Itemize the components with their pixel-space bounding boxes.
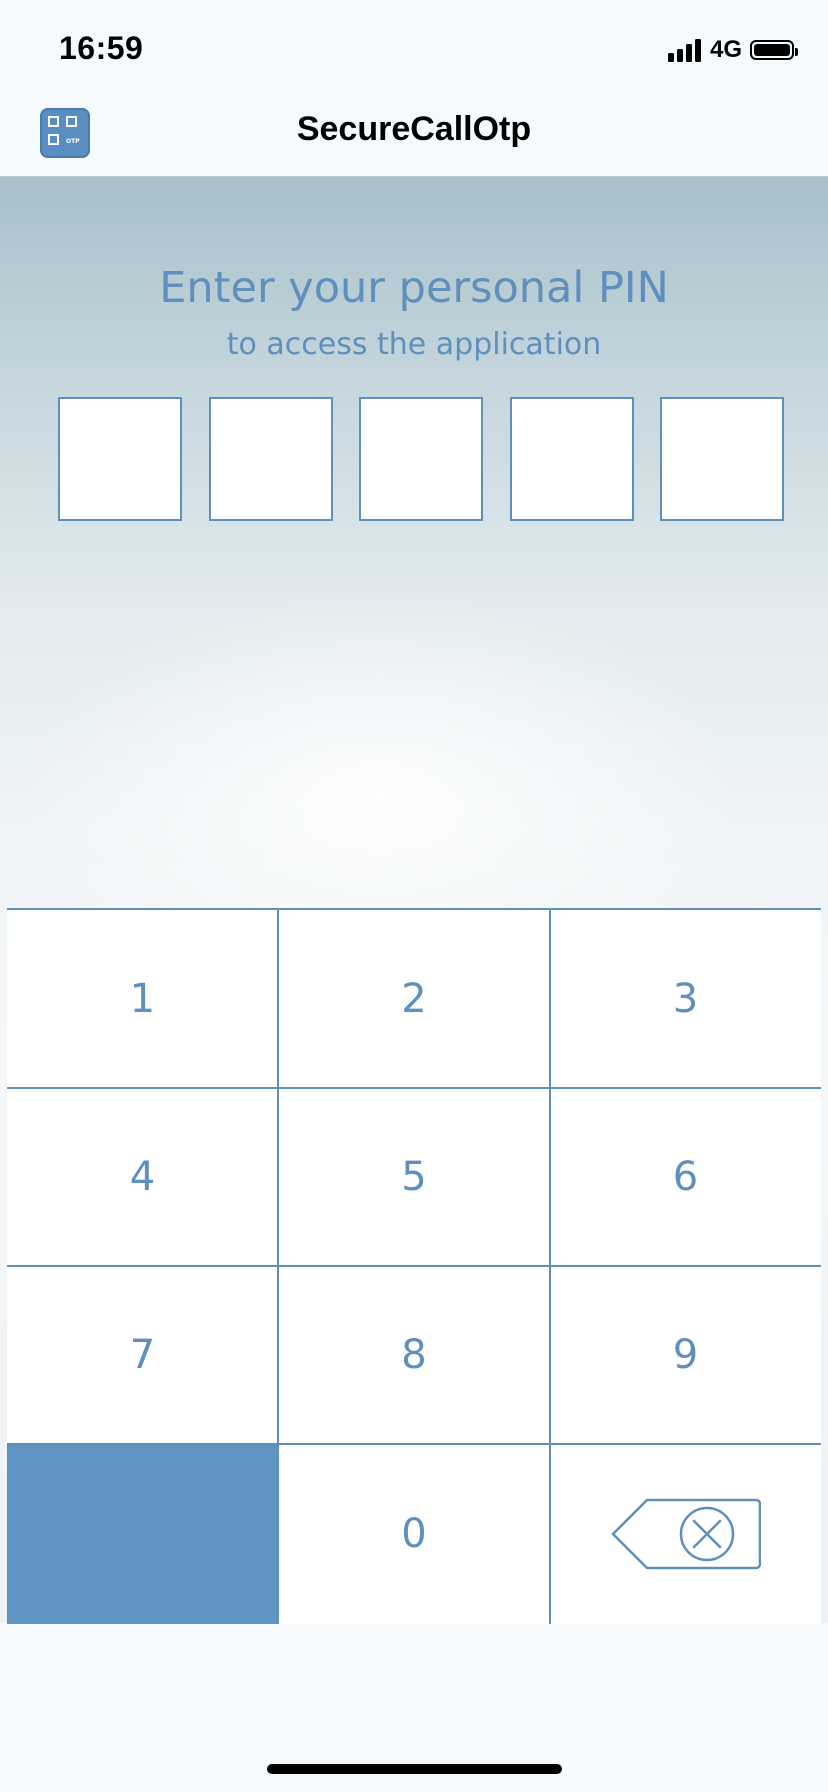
keypad-divider [7,1443,821,1445]
navigation-bar: OTP SecureCallOtp [0,90,828,177]
pin-digit-box-1 [58,397,182,521]
pin-digit-box-4 [510,397,634,521]
blank-key [7,1444,278,1624]
key-0[interactable]: 0 [278,1444,550,1624]
battery-icon [750,40,798,60]
key-9[interactable]: 9 [550,1266,821,1444]
numeric-keypad: 1 2 3 4 5 6 7 8 9 0 [7,908,821,1624]
key-5[interactable]: 5 [278,1088,550,1266]
pin-digit-box-3 [359,397,483,521]
keypad-divider [277,910,279,1624]
backspace-icon [611,1498,761,1570]
network-type: 4G [709,36,742,63]
key-8[interactable]: 8 [278,1266,550,1444]
keypad-divider [7,1265,821,1267]
prompt-title: Enter your personal PIN [159,263,669,313]
key-7[interactable]: 7 [7,1266,278,1444]
key-1[interactable]: 1 [7,910,278,1088]
status-time: 16:59 [59,30,144,66]
cellular-signal-icon [667,38,704,62]
key-6[interactable]: 6 [550,1088,821,1266]
key-4[interactable]: 4 [7,1088,278,1266]
home-indicator[interactable] [267,1764,562,1774]
prompt-subtitle: to access the application [226,327,602,362]
pin-digit-box-2 [209,397,333,521]
key-2[interactable]: 2 [278,910,550,1088]
keypad-divider [7,1087,821,1089]
status-bar: 16:59 4G [0,0,828,90]
pin-digit-box-5 [660,397,784,521]
keypad-divider [549,910,551,1624]
page-title: SecureCallOtp [296,110,532,148]
status-indicators: 4G [667,34,798,66]
backspace-button[interactable] [550,1444,821,1624]
key-3[interactable]: 3 [550,910,821,1088]
